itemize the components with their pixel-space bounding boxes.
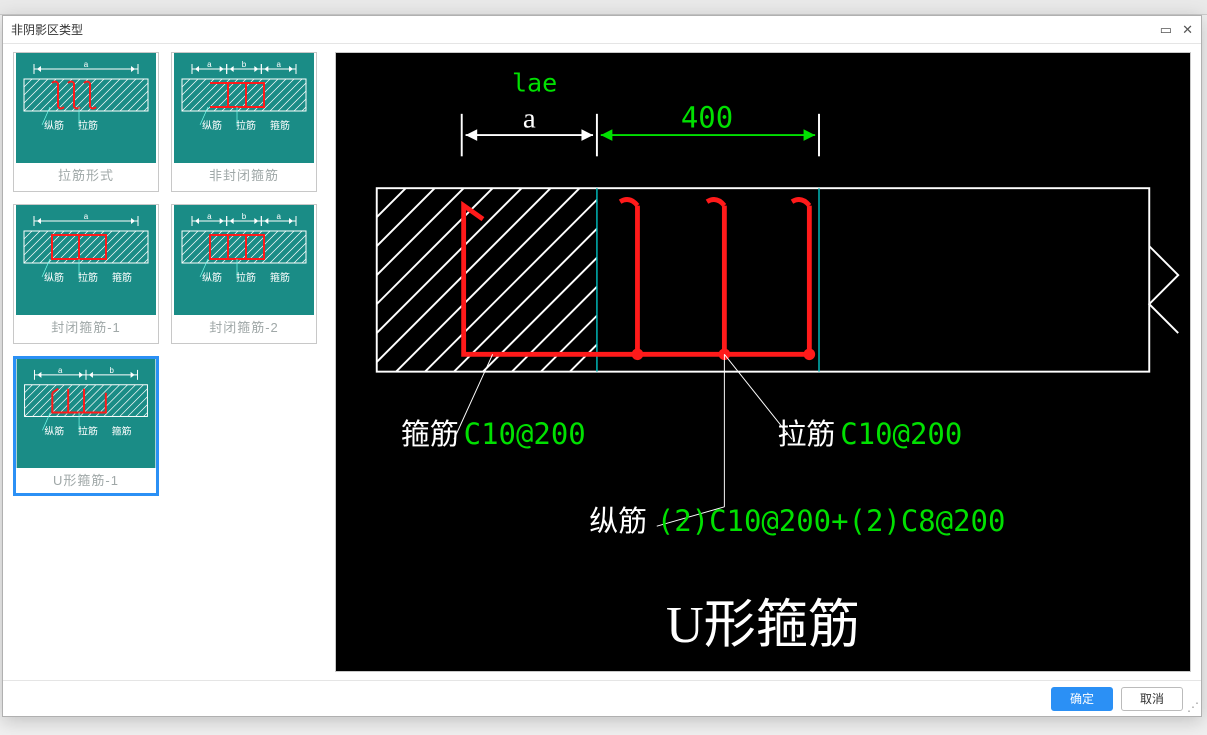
- svg-text:a: a: [84, 60, 89, 69]
- svg-text:拉筋: 拉筋: [78, 119, 98, 132]
- thumb-label: U形箍筋-1: [53, 468, 119, 493]
- svg-text:U形箍筋: U形箍筋: [666, 597, 860, 654]
- svg-text:400: 400: [681, 100, 733, 134]
- cancel-button[interactable]: 取消: [1121, 687, 1183, 711]
- thumbnail-panel: a纵筋拉筋拉筋形式aba纵筋拉筋箍筋非封闭箍筋a纵筋拉筋箍筋封闭箍筋-1aba纵…: [3, 44, 331, 680]
- svg-text:a: a: [58, 366, 63, 375]
- svg-text:b: b: [242, 212, 247, 221]
- svg-text:拉筋: 拉筋: [78, 271, 98, 284]
- svg-text:纵筋: 纵筋: [202, 271, 222, 284]
- svg-text:a: a: [84, 212, 89, 221]
- svg-text:拉筋: 拉筋: [236, 119, 256, 132]
- dialog-title-bar: 非阴影区类型 ▭ ✕: [3, 16, 1201, 44]
- svg-text:(2)C10@200+(2)C8@200: (2)C10@200+(2)C8@200: [657, 504, 1006, 538]
- svg-text:纵筋: 纵筋: [44, 424, 64, 437]
- svg-text:a: a: [523, 102, 536, 134]
- thumb-label: 封闭箍筋-2: [209, 315, 279, 340]
- svg-text:a: a: [276, 212, 281, 221]
- dialog-title: 非阴影区类型: [11, 16, 83, 44]
- svg-text:纵筋: 纵筋: [44, 119, 64, 132]
- svg-text:拉筋: 拉筋: [78, 424, 98, 437]
- svg-text:箍筋: 箍筋: [270, 119, 290, 132]
- preview-panel: laea400箍筋C10@200拉筋C10@200纵筋(2)C10@200+(2…: [331, 44, 1201, 680]
- thumb-t5[interactable]: a b 纵筋 拉筋 箍筋 U形箍筋-1: [13, 356, 159, 496]
- thumb-t4[interactable]: a b a 纵筋 拉筋 箍筋封闭箍筋-2: [171, 204, 317, 344]
- resize-grip-icon[interactable]: ⋰: [1187, 702, 1199, 714]
- svg-text:箍筋: 箍筋: [270, 271, 290, 284]
- svg-text:a: a: [207, 60, 212, 69]
- dialog-nonshadow-type: 非阴影区类型 ▭ ✕ a纵筋拉筋拉筋形式aba纵筋拉筋箍筋非封闭箍筋a纵筋拉筋箍…: [2, 15, 1202, 717]
- svg-text:纵筋: 纵筋: [589, 506, 647, 538]
- svg-text:纵筋: 纵筋: [44, 271, 64, 284]
- svg-text:b: b: [110, 366, 115, 375]
- dialog-footer: 确定 取消 ⋰: [3, 680, 1201, 716]
- svg-text:箍筋: 箍筋: [112, 271, 132, 284]
- svg-text:C10@200: C10@200: [840, 417, 962, 451]
- preview-canvas: laea400箍筋C10@200拉筋C10@200纵筋(2)C10@200+(2…: [335, 52, 1191, 672]
- maximize-icon[interactable]: ▭: [1160, 16, 1172, 44]
- svg-text:纵筋: 纵筋: [202, 119, 222, 132]
- svg-text:拉筋: 拉筋: [236, 271, 256, 284]
- close-icon[interactable]: ✕: [1182, 16, 1193, 44]
- dialog-content: a纵筋拉筋拉筋形式aba纵筋拉筋箍筋非封闭箍筋a纵筋拉筋箍筋封闭箍筋-1aba纵…: [3, 44, 1201, 680]
- svg-text:拉筋: 拉筋: [777, 419, 835, 451]
- thumb-t2[interactable]: a b a 纵筋 拉筋 箍筋非封闭箍筋: [171, 52, 317, 192]
- svg-text:C10@200: C10@200: [464, 417, 586, 451]
- thumb-label: 非封闭箍筋: [209, 163, 279, 188]
- thumb-t3[interactable]: a 纵筋 拉筋 箍筋封闭箍筋-1: [13, 204, 159, 344]
- ok-button[interactable]: 确定: [1051, 687, 1113, 711]
- svg-text:b: b: [242, 60, 247, 69]
- svg-text:a: a: [276, 60, 281, 69]
- svg-text:箍筋: 箍筋: [401, 419, 459, 451]
- thumb-label: 封闭箍筋-1: [51, 315, 121, 340]
- svg-text:箍筋: 箍筋: [112, 424, 132, 437]
- thumb-t1[interactable]: a 纵筋 拉筋拉筋形式: [13, 52, 159, 192]
- svg-text:a: a: [207, 212, 212, 221]
- thumb-label: 拉筋形式: [58, 163, 114, 188]
- app-ribbon-stub: [0, 0, 1207, 15]
- svg-text:lae: lae: [512, 69, 557, 98]
